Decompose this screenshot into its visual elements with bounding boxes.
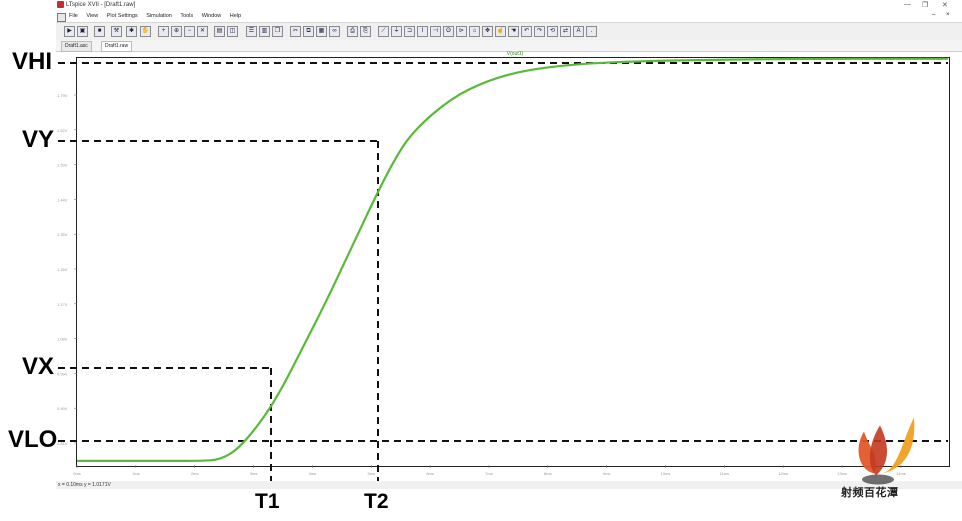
status-bar: x = 0.10ms y = 1.0171V xyxy=(56,481,962,489)
y-tick-label: 0.99V xyxy=(57,371,68,376)
x-tick-label: 3ms xyxy=(250,471,258,476)
logo-petal-right xyxy=(882,417,915,474)
x-tick-label: 2ms xyxy=(191,471,199,476)
x-tick-label: 12ms xyxy=(778,471,788,476)
x-tick-label: 4ms xyxy=(309,471,317,476)
waveform-plot: 1.79V 1.62V 1.53V 1.44V 1.35V 1.26V 1.17V 1.08V… xyxy=(57,51,948,488)
logo-petal-center xyxy=(869,425,887,476)
y-tick-label: 1.35V xyxy=(57,232,68,237)
x-tick-label: 6ms xyxy=(426,471,434,476)
y-tick-label: 1.79V xyxy=(57,93,68,98)
label-vx: VX xyxy=(22,353,55,380)
cursor-readout: x = 0.10ms y = 1.0171V xyxy=(58,482,111,488)
x-tick-label: 9ms xyxy=(603,471,611,476)
x-tick-label: 11ms xyxy=(720,471,729,476)
x-tick-label: 5ms xyxy=(367,471,375,476)
y-tick-label: 1.62V xyxy=(57,128,68,133)
label-vy: VY xyxy=(22,126,55,153)
waveform-trace xyxy=(77,57,948,462)
x-tick-label: 0ms xyxy=(73,471,81,476)
label-t1: T1 xyxy=(255,490,280,513)
watermark-text: 射频百花潭 xyxy=(841,487,899,499)
y-tick-label: 1.53V xyxy=(57,163,68,168)
label-vlo: VLO xyxy=(8,426,58,453)
y-tick-label: 1.17V xyxy=(57,302,68,307)
logo-disc xyxy=(862,474,894,485)
x-tick-label: 1ms xyxy=(132,471,140,476)
x-tick-label: 7ms xyxy=(485,471,493,476)
x-tick-label: 8ms xyxy=(544,471,552,476)
label-t2: T2 xyxy=(364,490,389,513)
y-tick-label: 0.90V xyxy=(57,406,68,411)
trace-label[interactable]: V(out1) xyxy=(507,51,524,57)
y-tick-label: 1.08V xyxy=(57,337,68,342)
y-tick-label: 1.26V xyxy=(57,267,68,272)
label-vhi: VHI xyxy=(12,48,53,75)
y-tick-label: 1.44V xyxy=(57,197,68,202)
x-tick-label: 10ms xyxy=(661,471,671,476)
